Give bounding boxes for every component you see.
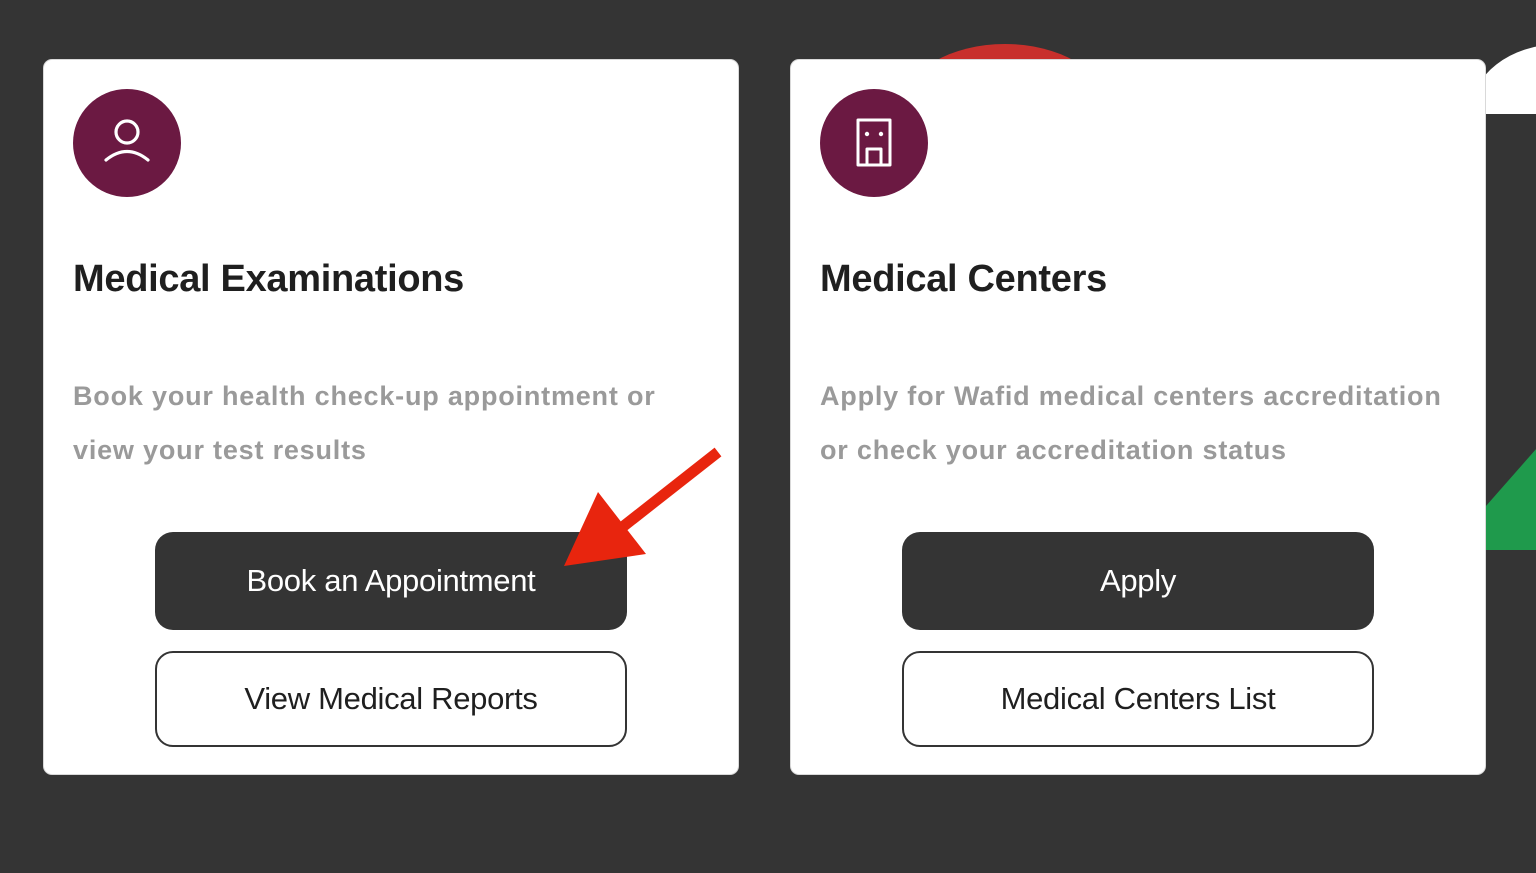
book-appointment-button[interactable]: Book an Appointment — [155, 532, 627, 630]
view-medical-reports-button[interactable]: View Medical Reports — [155, 651, 627, 747]
annotation-arrow-icon — [564, 447, 722, 566]
building-icon — [820, 89, 928, 197]
background-green-shape — [1484, 440, 1536, 550]
apply-button[interactable]: Apply — [902, 532, 1374, 630]
medical-examinations-card: Medical Examinations Book your health ch… — [44, 60, 738, 774]
medical-centers-list-button[interactable]: Medical Centers List — [902, 651, 1374, 747]
card-title: Medical Centers — [820, 258, 1107, 300]
user-icon — [73, 89, 181, 197]
card-title: Medical Examinations — [73, 258, 465, 300]
card-description: Apply for Wafid medical centers accredit… — [820, 381, 1442, 465]
medical-centers-card: Medical Centers Apply for Wafid medical … — [791, 60, 1485, 774]
